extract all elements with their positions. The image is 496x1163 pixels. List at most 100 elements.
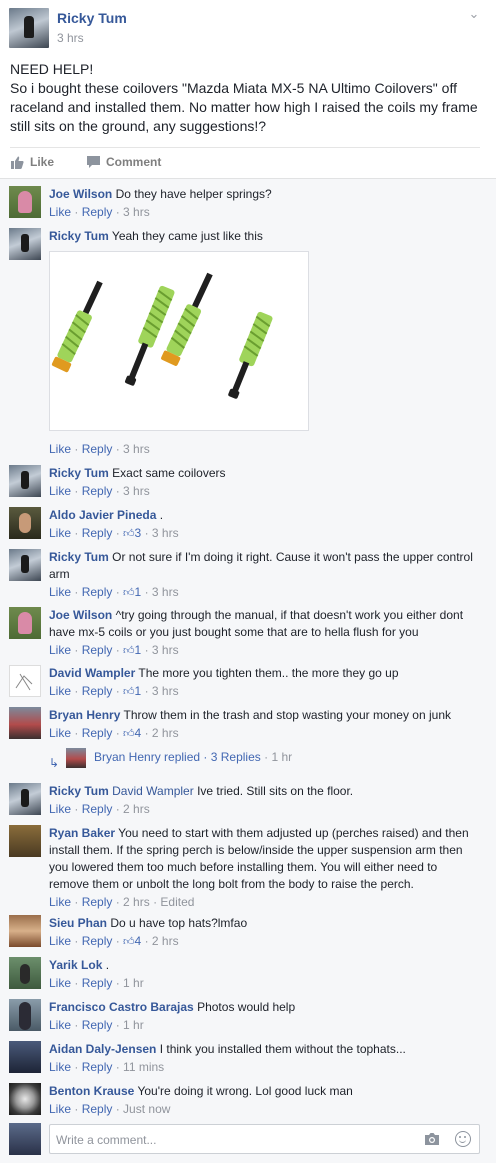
commenter-name[interactable]: Bryan Henry (49, 708, 120, 722)
commenter-avatar[interactable] (9, 549, 41, 581)
comment-time[interactable]: 3 hrs (123, 205, 150, 219)
comment-like-link[interactable]: Like (49, 802, 71, 816)
commenter-avatar[interactable] (9, 607, 41, 639)
comment-time[interactable]: 3 hrs (123, 442, 150, 456)
comment-reply-link[interactable]: Reply (82, 802, 113, 816)
comment-like-link[interactable]: Like (49, 934, 71, 948)
comment-input[interactable] (56, 1131, 406, 1149)
comment-reply-link[interactable]: Reply (82, 1060, 113, 1074)
comment-time[interactable]: 3 hrs (152, 643, 179, 657)
commenter-name[interactable]: Joe Wilson (49, 608, 112, 622)
like-count[interactable]: 1 (135, 684, 142, 698)
commenter-avatar[interactable] (9, 707, 41, 739)
commenter-name[interactable]: Francisco Castro Barajas (49, 1000, 194, 1014)
commenter-avatar[interactable] (9, 228, 41, 260)
comment-button[interactable]: Comment (87, 155, 161, 169)
comment-time[interactable]: 3 hrs (152, 684, 179, 698)
commenter-name[interactable]: Yarik Lok (49, 958, 102, 972)
comment-time[interactable]: 2 hrs (123, 895, 150, 909)
commenter-avatar[interactable] (9, 1041, 41, 1073)
commenter-name[interactable]: Aidan Daly-Jensen (49, 1042, 156, 1056)
replies-preview-text[interactable]: Bryan Henry replied (94, 750, 200, 764)
commenter-avatar[interactable] (9, 465, 41, 497)
like-count[interactable]: 4 (135, 934, 142, 948)
comment-like-link[interactable]: Like (49, 726, 71, 740)
comment-like-link[interactable]: Like (49, 205, 71, 219)
like-count[interactable]: 4 (135, 726, 142, 740)
commenter-avatar[interactable] (9, 957, 41, 989)
commenter-avatar[interactable] (9, 783, 41, 815)
like-count-icon[interactable]: 👍︎ (123, 686, 135, 698)
like-count[interactable]: 1 (135, 643, 142, 657)
like-count-icon[interactable]: 👍︎ (123, 528, 135, 540)
commenter-name[interactable]: Joe Wilson (49, 187, 112, 201)
commenter-avatar[interactable] (9, 915, 41, 947)
author-avatar[interactable] (9, 8, 49, 48)
post-timestamp[interactable]: 3 hrs (57, 31, 84, 45)
comment-time[interactable]: 2 hrs (123, 802, 150, 816)
comment-reply-link[interactable]: Reply (82, 684, 113, 698)
comment-time[interactable]: 2 hrs (152, 934, 179, 948)
commenter-name[interactable]: Benton Krause (49, 1084, 134, 1098)
comment-reply-link[interactable]: Reply (82, 205, 113, 219)
comment-like-link[interactable]: Like (49, 484, 71, 498)
comment-time[interactable]: 1 hr (123, 976, 144, 990)
camera-icon[interactable] (424, 1132, 440, 1146)
comment-reply-link[interactable]: Reply (82, 643, 113, 657)
edited-label[interactable]: Edited (160, 895, 194, 909)
like-count-icon[interactable]: 👍︎ (123, 645, 135, 657)
comment-like-link[interactable]: Like (49, 643, 71, 657)
commenter-avatar[interactable] (9, 507, 41, 539)
post-author[interactable]: Ricky Tum (57, 10, 127, 26)
commenter-avatar[interactable] (9, 186, 41, 218)
replier-avatar[interactable] (66, 748, 86, 768)
comment-like-link[interactable]: Like (49, 442, 71, 456)
smiley-icon[interactable] (455, 1131, 471, 1147)
comment-reply-link[interactable]: Reply (82, 526, 113, 540)
coilover-photo[interactable] (49, 251, 309, 431)
like-count[interactable]: 3 (135, 526, 142, 540)
comment-time[interactable]: 3 hrs (123, 484, 150, 498)
comment-reply-link[interactable]: Reply (82, 726, 113, 740)
commenter-name[interactable]: Sieu Phan (49, 916, 107, 930)
comment-like-link[interactable]: Like (49, 1102, 71, 1116)
comment-time[interactable]: 3 hrs (152, 526, 179, 540)
like-button[interactable]: Like (10, 155, 54, 169)
commenter-name[interactable]: David Wampler (49, 666, 135, 680)
commenter-avatar[interactable] (9, 1083, 41, 1115)
commenter-avatar[interactable] (9, 665, 41, 697)
like-count[interactable]: 1 (135, 585, 142, 599)
commenter-name[interactable]: Ricky Tum (49, 784, 109, 798)
comment-like-link[interactable]: Like (49, 1018, 71, 1032)
comment-reply-link[interactable]: Reply (82, 1018, 113, 1032)
comment-reply-link[interactable]: Reply (82, 895, 113, 909)
commenter-name[interactable]: Aldo Javier Pineda (49, 508, 156, 522)
comment-like-link[interactable]: Like (49, 976, 71, 990)
comment-like-link[interactable]: Like (49, 895, 71, 909)
chevron-down-icon[interactable]: ⌄ (466, 7, 482, 20)
commenter-name[interactable]: Ricky Tum (49, 466, 109, 480)
like-count-icon[interactable]: 👍︎ (123, 587, 135, 599)
comment-composer[interactable] (49, 1124, 480, 1154)
comment-like-link[interactable]: Like (49, 585, 71, 599)
current-user-avatar[interactable] (9, 1123, 41, 1155)
comment-reply-link[interactable]: Reply (82, 484, 113, 498)
comment-like-link[interactable]: Like (49, 526, 71, 540)
like-count-icon[interactable]: 👍︎ (123, 936, 135, 948)
commenter-name[interactable]: Ricky Tum (49, 550, 109, 564)
commenter-avatar[interactable] (9, 999, 41, 1031)
comment-time[interactable]: 3 hrs (152, 585, 179, 599)
comment-reply-link[interactable]: Reply (82, 442, 113, 456)
comment-time[interactable]: 2 hrs (152, 726, 179, 740)
comment-reply-link[interactable]: Reply (82, 976, 113, 990)
mention-link[interactable]: David Wampler (112, 784, 194, 798)
comment-time[interactable]: 11 mins (123, 1060, 164, 1074)
comment-like-link[interactable]: Like (49, 1060, 71, 1074)
like-count-icon[interactable]: 👍︎ (123, 728, 135, 740)
comment-reply-link[interactable]: Reply (82, 934, 113, 948)
commenter-name[interactable]: Ryan Baker (49, 826, 115, 840)
comment-time[interactable]: 1 hr (123, 1018, 144, 1032)
comment-reply-link[interactable]: Reply (82, 1102, 113, 1116)
commenter-name[interactable]: Ricky Tum (49, 229, 109, 243)
comment-reply-link[interactable]: Reply (82, 585, 113, 599)
